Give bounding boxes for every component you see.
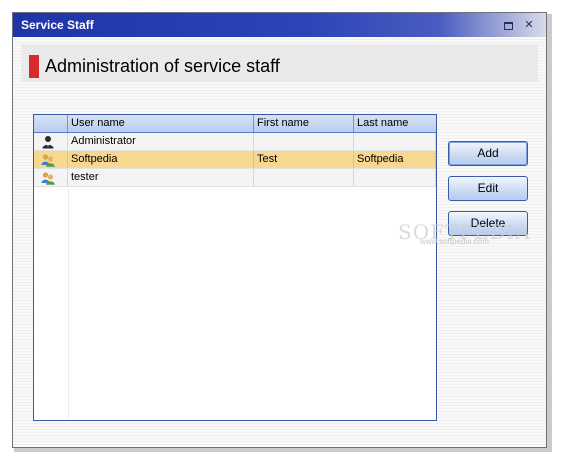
cell-last-name: Softpedia: [354, 151, 436, 168]
table-row-selected[interactable]: Softpedia Test Softpedia: [34, 151, 436, 169]
cell-user-name: Administrator: [68, 133, 254, 150]
table-row[interactable]: Administrator: [34, 133, 436, 151]
page-title: Administration of service staff: [45, 56, 280, 76]
dialog-body: Administration of service staff User nam…: [13, 37, 546, 447]
staff-table[interactable]: User name First name Last name Administr…: [33, 114, 437, 421]
table-header: User name First name Last name: [34, 115, 436, 133]
user-icon: [41, 172, 55, 185]
delete-button[interactable]: Delete: [448, 211, 528, 236]
row-icon-cell: [34, 151, 68, 168]
close-button[interactable]: ✕: [522, 18, 536, 32]
cell-user-name: tester: [68, 169, 254, 186]
restore-button[interactable]: [501, 18, 515, 32]
title-bar[interactable]: Service Staff ✕: [13, 13, 546, 37]
edit-button[interactable]: Edit: [448, 176, 528, 201]
cell-first-name: [254, 169, 354, 186]
header-accent-bar: [29, 55, 39, 78]
column-header-first-name[interactable]: First name: [254, 115, 354, 132]
cell-first-name: [254, 133, 354, 150]
column-header-last-name[interactable]: Last name: [354, 115, 436, 132]
window-title: Service Staff: [21, 18, 94, 32]
table-empty-area: [68, 188, 69, 420]
row-icon-cell: [34, 169, 68, 186]
admin-user-icon: [42, 136, 54, 149]
cell-last-name: [354, 169, 436, 186]
add-button[interactable]: Add: [448, 141, 528, 166]
table-row[interactable]: tester: [34, 169, 436, 187]
row-icon-cell: [34, 133, 68, 150]
column-header-icon[interactable]: [34, 115, 68, 132]
column-header-user-name[interactable]: User name: [68, 115, 254, 132]
service-staff-window: Service Staff ✕ Administration of servic…: [12, 12, 547, 448]
cell-user-name: Softpedia: [68, 151, 254, 168]
restore-icon: [503, 22, 513, 30]
cell-last-name: [354, 133, 436, 150]
header-band: Administration of service staff: [21, 44, 538, 82]
cell-first-name: Test: [254, 151, 354, 168]
user-icon: [41, 154, 55, 167]
